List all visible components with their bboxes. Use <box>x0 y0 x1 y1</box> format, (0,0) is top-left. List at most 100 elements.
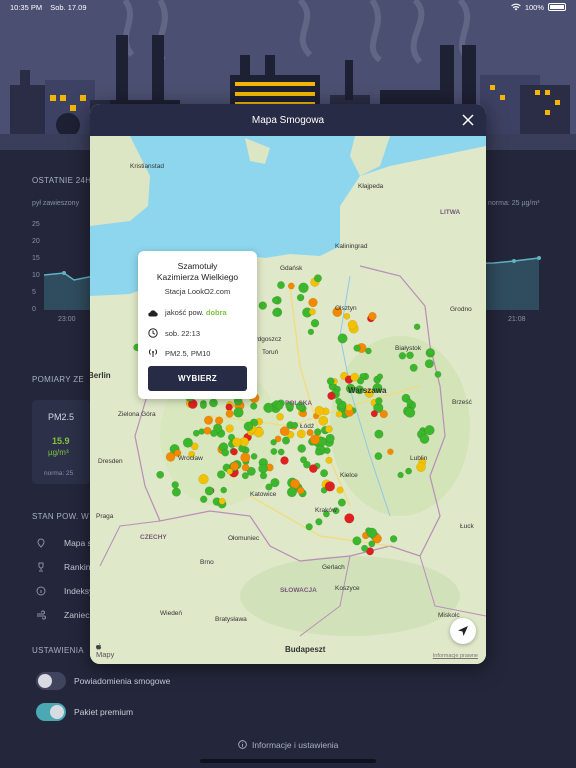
station-marker[interactable] <box>308 297 318 308</box>
station-marker[interactable] <box>258 301 268 310</box>
station-marker[interactable] <box>240 452 251 463</box>
menu-item-map[interactable]: Mapa s <box>36 538 92 548</box>
station-marker[interactable] <box>270 477 280 488</box>
station-marker[interactable] <box>308 308 316 316</box>
station-marker[interactable] <box>297 444 307 453</box>
station-marker[interactable] <box>199 495 208 504</box>
station-marker[interactable] <box>250 453 258 460</box>
station-marker[interactable] <box>325 425 333 433</box>
station-marker[interactable] <box>397 471 404 479</box>
station-marker[interactable] <box>409 363 418 372</box>
station-marker[interactable] <box>198 474 209 485</box>
station-marker[interactable] <box>370 410 378 418</box>
station-marker[interactable] <box>225 409 234 418</box>
station-marker[interactable] <box>344 513 355 524</box>
station-marker[interactable] <box>216 470 226 479</box>
station-marker[interactable] <box>416 462 426 472</box>
station-marker[interactable] <box>320 469 329 478</box>
station-marker[interactable] <box>405 467 413 475</box>
station-marker[interactable] <box>279 426 290 437</box>
station-marker[interactable] <box>315 518 323 526</box>
station-marker[interactable] <box>277 448 285 456</box>
station-marker[interactable] <box>250 402 258 410</box>
station-marker[interactable] <box>376 373 384 380</box>
station-marker[interactable] <box>276 412 284 421</box>
station-marker[interactable] <box>171 487 181 497</box>
station-marker[interactable] <box>387 448 394 455</box>
station-marker[interactable] <box>366 527 378 539</box>
station-marker[interactable] <box>426 348 435 356</box>
station-marker[interactable] <box>327 391 336 401</box>
station-marker[interactable] <box>272 308 281 317</box>
station-marker[interactable] <box>337 498 346 507</box>
station-marker[interactable] <box>225 424 234 433</box>
station-marker[interactable] <box>434 370 442 378</box>
station-marker[interactable] <box>353 344 361 352</box>
station-marker[interactable] <box>296 429 306 439</box>
legal-info-link[interactable]: Informacje prawne <box>433 653 478 659</box>
station-marker[interactable] <box>231 437 242 448</box>
station-marker[interactable] <box>308 464 318 473</box>
station-marker[interactable] <box>379 409 388 419</box>
station-marker[interactable] <box>298 282 309 294</box>
close-icon[interactable] <box>460 112 476 128</box>
station-marker[interactable] <box>325 433 335 444</box>
station-marker[interactable] <box>225 403 233 411</box>
station-marker[interactable] <box>270 439 277 446</box>
station-marker[interactable] <box>287 282 295 290</box>
station-marker[interactable] <box>307 328 315 336</box>
station-marker[interactable] <box>218 497 226 505</box>
station-marker[interactable] <box>258 463 268 474</box>
station-marker[interactable] <box>220 486 228 494</box>
station-marker[interactable] <box>204 486 214 496</box>
station-marker[interactable] <box>404 407 416 418</box>
station-marker[interactable] <box>375 397 383 405</box>
station-marker[interactable] <box>337 333 348 344</box>
map-view[interactable]: Kristianstad Kłajpeda LITWA Kaliningrad Gdań… <box>90 136 486 664</box>
locate-me-button[interactable] <box>450 618 476 644</box>
station-marker[interactable] <box>296 293 305 302</box>
station-marker[interactable] <box>305 523 313 531</box>
station-marker[interactable] <box>270 448 278 455</box>
station-marker[interactable] <box>350 372 360 382</box>
station-marker[interactable] <box>325 456 333 464</box>
station-marker[interactable] <box>374 452 383 461</box>
station-marker[interactable] <box>280 456 289 465</box>
station-marker[interactable] <box>314 448 322 456</box>
station-marker[interactable] <box>368 540 376 548</box>
station-marker[interactable] <box>343 312 351 320</box>
station-marker[interactable] <box>345 404 353 412</box>
station-marker[interactable] <box>156 470 165 479</box>
station-marker[interactable] <box>214 416 224 425</box>
station-marker[interactable] <box>263 402 274 413</box>
footer-info-link[interactable]: Informacje i ustawienia <box>0 740 576 750</box>
home-indicator[interactable] <box>200 759 376 763</box>
station-marker[interactable] <box>335 397 343 405</box>
station-marker[interactable] <box>243 421 254 432</box>
station-marker[interactable] <box>199 401 207 409</box>
station-marker[interactable] <box>309 434 321 445</box>
premium-toggle[interactable] <box>36 703 66 721</box>
station-marker[interactable] <box>271 296 279 304</box>
map-canvas[interactable]: Kristianstad Kłajpeda LITWA Kaliningrad Gdań… <box>90 136 486 664</box>
station-marker[interactable] <box>398 352 407 360</box>
station-marker[interactable] <box>347 319 358 330</box>
station-marker[interactable] <box>324 481 336 492</box>
station-marker[interactable] <box>210 429 218 438</box>
station-marker[interactable] <box>419 433 430 444</box>
station-marker[interactable] <box>286 487 297 498</box>
station-marker[interactable] <box>335 410 343 418</box>
station-marker[interactable] <box>241 463 250 472</box>
station-marker[interactable] <box>241 472 249 480</box>
menu-item-ranking[interactable]: Ranking <box>36 562 95 572</box>
station-marker[interactable] <box>314 405 325 416</box>
station-marker[interactable] <box>275 401 284 410</box>
select-station-button[interactable]: WYBIERZ <box>148 366 247 391</box>
station-marker[interactable] <box>323 447 331 455</box>
pm25-card[interactable]: PM2.5 15.9 µg/m³ norma: 25 <box>32 400 90 484</box>
menu-item-pollution[interactable]: Zaniecz <box>36 610 94 620</box>
station-marker[interactable] <box>171 481 179 489</box>
station-marker[interactable] <box>406 351 414 360</box>
station-marker[interactable] <box>310 318 320 328</box>
station-marker[interactable] <box>203 415 214 425</box>
